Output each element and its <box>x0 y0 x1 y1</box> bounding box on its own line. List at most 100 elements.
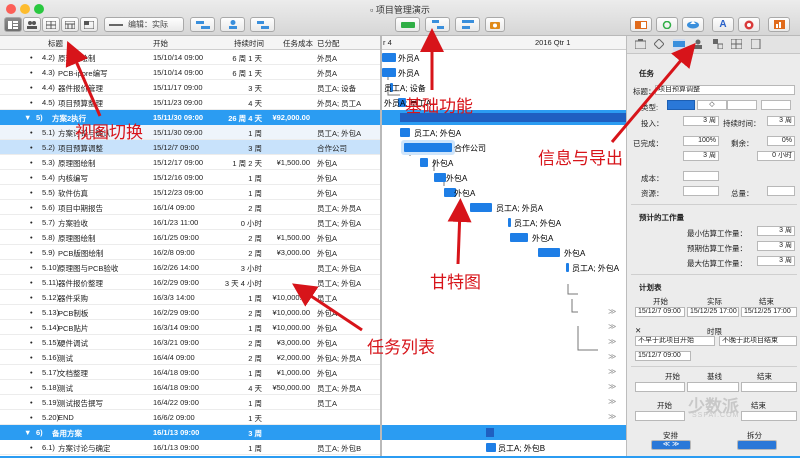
table-row[interactable]: • 5.4) 内核编写 15/12/16 09:00 1 周 外包A <box>0 170 380 185</box>
table-row[interactable]: • 4.2) 原理图绘制 15/10/14 09:00 6 周 1 天 外员A <box>0 50 380 65</box>
bullet-icon[interactable]: • <box>30 353 33 362</box>
offscreen-arrow-icon[interactable]: ≫ <box>608 337 616 346</box>
baseline-end-field[interactable] <box>741 382 797 392</box>
inspector-tab-resource-icon[interactable] <box>693 39 703 51</box>
table-row[interactable]: • 4.3) PCB-ipore编写 15/10/14 09:00 6 周 1 天 外员A <box>0 65 380 80</box>
bullet-icon[interactable]: • <box>30 293 33 302</box>
cost-field[interactable] <box>683 171 719 181</box>
indent-button[interactable] <box>250 17 275 32</box>
task-title-field[interactable]: 项目预算调整 <box>655 85 795 95</box>
bullet-icon[interactable]: • <box>30 338 33 347</box>
gantt-bar[interactable] <box>486 443 496 452</box>
table-row[interactable]: • 5.8) 原理图绘制 16/1/25 09:00 2 周 ¥1,500.00 外包A <box>0 230 380 245</box>
inspector-button[interactable] <box>630 17 652 32</box>
add-resource-button[interactable] <box>220 17 245 32</box>
table-row[interactable]: • 5.18) 测试 16/4/18 09:00 4 天 ¥50,000.00 员工A; 外… <box>0 380 380 395</box>
table-row[interactable]: • 5.19) 测试报告撰写 16/4/22 09:00 1 周 员工A <box>0 395 380 410</box>
total-field[interactable] <box>767 186 795 196</box>
col-header-cost[interactable]: 任务成本 <box>283 38 313 49</box>
type-task-button[interactable] <box>667 100 695 110</box>
inspector-tab-table-icon[interactable] <box>730 38 743 51</box>
bullet-icon[interactable]: • <box>30 443 33 452</box>
view-table-button[interactable] <box>42 17 60 32</box>
connect-button[interactable] <box>425 17 450 32</box>
bullet-icon[interactable]: • <box>30 263 33 272</box>
bullet-icon[interactable]: • <box>30 383 33 392</box>
remain-time-field[interactable]: 0 小时 <box>757 151 795 161</box>
share-export-button[interactable] <box>682 17 704 32</box>
gantt-bar[interactable] <box>434 173 446 182</box>
baseline-button[interactable] <box>455 17 480 32</box>
bullet-icon[interactable]: • <box>30 128 33 137</box>
table-row[interactable]: • 5.15) 硬件调试 16/3/21 09:00 2 周 ¥3,000.00 外包A <box>0 335 380 350</box>
gantt-bar[interactable] <box>508 218 511 227</box>
inspector-tab-milestone-icon[interactable] <box>653 38 665 51</box>
offscreen-arrow-icon[interactable]: ≫ <box>608 367 616 376</box>
remaining-field[interactable]: 0% <box>767 136 795 146</box>
bullet-icon[interactable]: • <box>30 158 33 167</box>
inspector-tab-dependency-icon[interactable] <box>713 39 724 51</box>
table-row[interactable]: • 5.6) 项目中期报告 16/1/4 09:00 2 周 员工A; 外员A <box>0 200 380 215</box>
col-header-assigned[interactable]: 已分配 <box>317 38 340 49</box>
done-field[interactable]: 3 周 <box>683 151 719 161</box>
start-date-field[interactable]: 15/12/7 09:00 <box>635 307 685 317</box>
bullet-icon[interactable]: • <box>30 83 33 92</box>
view-styles-button[interactable] <box>80 17 98 32</box>
no-earlier-select[interactable]: 不早于此项目开始 <box>635 336 715 346</box>
actual-date-field[interactable]: 15/12/25 17:00 <box>687 307 739 317</box>
sync-button[interactable] <box>656 17 678 32</box>
bullet-icon[interactable]: • <box>30 98 33 107</box>
table-row[interactable]: • 5.1) 方案讨论与确认 15/11/30 09:00 1 周员工A; 外包A <box>0 125 380 140</box>
bullet-icon[interactable]: • <box>30 143 33 152</box>
table-row[interactable]: • 5.20) END 16/6/2 09:00 1 天 <box>0 410 380 425</box>
no-later-select[interactable]: 不晚于此项目结束 <box>719 336 797 346</box>
table-row[interactable]: • 4.4) 器件报价管理 15/11/17 09:00 3 天 员工A; 设备 <box>0 80 380 95</box>
gantt-bar[interactable] <box>420 158 428 167</box>
view-calendar-button[interactable] <box>61 17 79 32</box>
gantt-bar[interactable] <box>382 68 396 77</box>
table-row[interactable]: • 5.2) 项目预算调整 15/12/7 09:00 3 周 合作公司 <box>0 140 380 155</box>
bullet-icon[interactable]: • <box>30 218 33 227</box>
inspector-tab-style-icon[interactable] <box>750 38 761 51</box>
bullet-icon[interactable]: • <box>30 413 33 422</box>
bullet-icon[interactable]: ▼ <box>24 113 31 122</box>
bullet-icon[interactable]: • <box>30 248 33 257</box>
max-field[interactable]: 3 周 <box>757 256 795 266</box>
view-resources-button[interactable] <box>23 17 41 32</box>
group-row[interactable]: ▼ 6) 备用方案 16/1/13 09:00 3 周 <box>0 425 380 440</box>
complete-field[interactable]: 100% <box>683 136 719 146</box>
table-row[interactable]: • 5.13) PCB制板 16/2/29 09:00 2 周 ¥10,000.00 外包A <box>0 305 380 320</box>
table-row[interactable]: • 5.11) 器件报价整理 16/2/29 09:00 3 天 4 小时 员工A; 外包… <box>0 275 380 290</box>
gantt-bar[interactable] <box>538 248 560 257</box>
add-task-button[interactable] <box>190 17 215 32</box>
bullet-icon[interactable]: ▼ <box>24 428 31 437</box>
actual-start-field[interactable] <box>635 411 685 421</box>
gantt-bar[interactable] <box>400 128 410 137</box>
bullet-icon[interactable]: • <box>30 53 33 62</box>
end-date-field[interactable]: 15/12/25 17:00 <box>741 307 797 317</box>
bullet-icon[interactable]: • <box>30 203 33 212</box>
reports-button[interactable] <box>768 17 790 32</box>
resource-field[interactable] <box>683 186 719 196</box>
snapshot-button[interactable] <box>485 17 505 32</box>
level-button[interactable] <box>395 17 420 32</box>
split-button[interactable] <box>737 440 777 450</box>
table-row[interactable]: • 5.7) 方案验收 16/1/23 11:00 0 小时 员工A; 外包A <box>0 215 380 230</box>
gantt-bar[interactable] <box>404 143 452 152</box>
duration-field[interactable]: 3 周 <box>767 116 795 126</box>
table-row[interactable]: • 5.3) 原理图绘制 15/12/17 09:00 1 周 2 天 ¥1,500.00… <box>0 155 380 170</box>
constraint-start-field[interactable]: 15/12/7 09:00 <box>635 351 691 361</box>
offscreen-arrow-icon[interactable]: ≫ <box>608 352 616 361</box>
inspector-tab-project-icon[interactable] <box>634 39 647 51</box>
col-header-title[interactable]: 标题 <box>48 38 63 49</box>
bullet-icon[interactable]: • <box>30 188 33 197</box>
offscreen-arrow-icon[interactable]: ≫ <box>608 412 616 421</box>
table-row[interactable]: • 5.16) 测试 16/4/4 09:00 2 周 ¥2,000.00 外包A; 外员A <box>0 350 380 365</box>
type-milestone-button[interactable]: ◇ <box>697 100 727 110</box>
inspector-tab-task-icon[interactable] <box>673 39 685 51</box>
table-row[interactable]: • 4.5) 项目预算整理 15/11/23 09:00 4 天 外员A; 员工A <box>0 95 380 110</box>
gantt-bar[interactable] <box>382 53 396 62</box>
effort-field[interactable]: 3 周 <box>683 116 719 126</box>
bullet-icon[interactable]: • <box>30 323 33 332</box>
bullet-icon[interactable]: • <box>30 68 33 77</box>
